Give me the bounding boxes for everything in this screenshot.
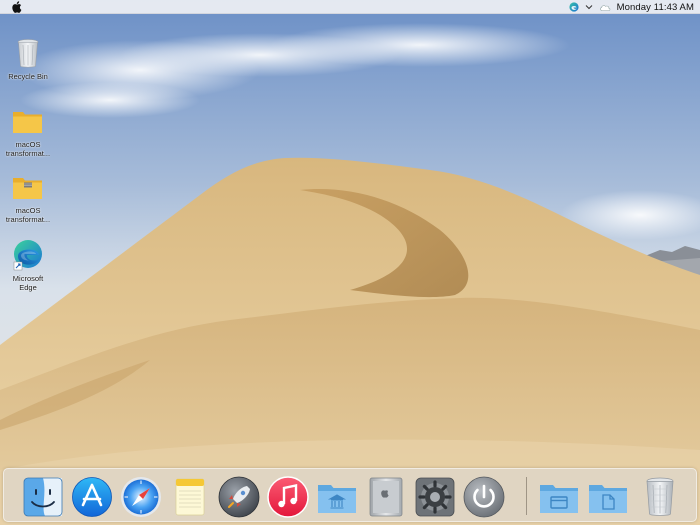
notes-icon <box>175 478 205 516</box>
dock-item-files[interactable] <box>586 475 630 519</box>
trash-icon <box>17 39 39 68</box>
app-store-icon <box>72 477 112 517</box>
dock-item-launchpad[interactable] <box>217 475 261 519</box>
edge-icon <box>13 240 42 271</box>
dock-item-trash[interactable] <box>638 475 682 519</box>
dock <box>3 468 697 522</box>
desktop-icon-microsoft-edge[interactable]: Microsoft Edge <box>0 238 56 292</box>
system-preferences-icon <box>415 477 455 517</box>
applications-folder-icon <box>318 485 356 513</box>
desktop-icon-label: macOS transformat... <box>5 140 51 158</box>
computer-icon <box>369 477 403 517</box>
cloud-icon[interactable] <box>599 3 611 11</box>
power-icon <box>463 476 505 518</box>
dock-item-documents[interactable] <box>537 475 581 519</box>
status-tray: Monday 11:43 AM <box>569 0 694 14</box>
desktop-icon-label: Recycle Bin <box>8 72 48 81</box>
files-folder-icon <box>589 485 627 513</box>
folder-icon <box>13 112 42 133</box>
edge-tray-icon[interactable] <box>569 2 579 12</box>
trash-icon <box>646 477 674 516</box>
menu-bar: Monday 11:43 AM <box>0 0 700 14</box>
dock-divider <box>526 477 527 515</box>
dock-item-safari[interactable] <box>119 475 163 519</box>
dock-item-computer[interactable] <box>364 475 408 519</box>
launchpad-icon <box>218 476 260 518</box>
zip-folder-icon <box>13 178 42 199</box>
desktop-icon-label: Microsoft Edge <box>12 274 44 292</box>
chevron-down-icon[interactable] <box>585 3 593 11</box>
dock-item-system-preferences[interactable] <box>413 475 457 519</box>
apple-icon[interactable] <box>11 1 22 13</box>
desktop-icon-recycle-bin[interactable]: Recycle Bin <box>0 36 56 81</box>
dock-item-notes[interactable] <box>168 475 212 519</box>
dock-item-shut-down[interactable] <box>462 475 506 519</box>
safari-icon <box>121 477 161 517</box>
dock-item-app-store[interactable] <box>70 475 114 519</box>
music-icon <box>267 476 309 518</box>
dock-item-music[interactable] <box>266 475 310 519</box>
documents-folder-icon <box>540 485 578 513</box>
dock-item-finder[interactable] <box>21 475 65 519</box>
finder-icon <box>23 477 63 517</box>
desktop-wallpaper <box>0 0 700 525</box>
desktop-icon-macos-transformation-folder[interactable]: macOS transformat... <box>0 104 56 158</box>
desktop-icon-label: macOS transformat... <box>5 206 51 224</box>
desktop-icon-macos-transformation-zip[interactable]: macOS transformat... <box>0 170 56 224</box>
clock[interactable]: Monday 11:43 AM <box>617 2 694 13</box>
dock-item-applications[interactable] <box>315 475 359 519</box>
